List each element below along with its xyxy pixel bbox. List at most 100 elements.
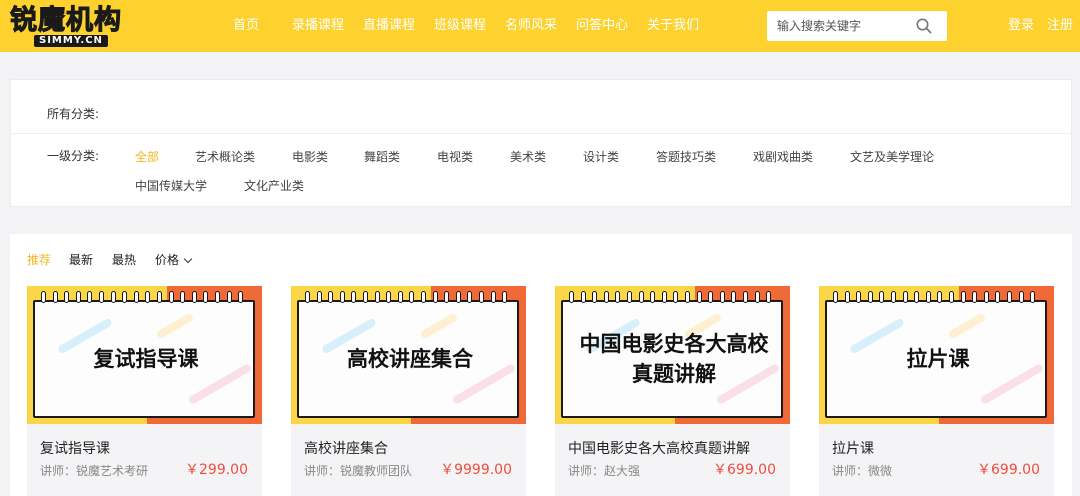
ring-icon (844, 291, 850, 303)
ring-icon (673, 291, 679, 303)
ring-icon (409, 291, 415, 303)
course-list-panel: 推荐 最新 最热 价格 复试指导课 复试指导课 讲师：锐魔艺术考研 ￥299.0… (10, 234, 1072, 496)
search-box (767, 11, 947, 41)
ring-icon (592, 291, 598, 303)
ring-icon (397, 291, 403, 303)
logo-text: 锐魔机构 (10, 5, 122, 37)
ring-icon (580, 291, 586, 303)
ring-icon (133, 291, 139, 303)
spiral-rings (833, 291, 1043, 305)
ring-icon (122, 291, 128, 303)
thumb-title: 拉片课 (906, 347, 970, 371)
chevron-down-icon (183, 254, 193, 264)
ring-icon (1007, 291, 1012, 303)
nav-recorded-courses[interactable]: 录播课程 (292, 17, 344, 35)
ring-icon (949, 291, 954, 303)
category-cuc[interactable]: 中国传媒大学 (135, 178, 207, 194)
sort-price-label: 价格 (155, 253, 180, 267)
course-card[interactable]: 复试指导课 复试指导课 讲师：锐魔艺术考研 ￥299.00 (27, 286, 262, 496)
divider (11, 133, 1071, 134)
ring-icon (833, 291, 838, 303)
course-title: 复试指导课 (40, 441, 110, 457)
ring-icon (87, 291, 93, 303)
ring-icon (856, 291, 862, 303)
category-cultural-industry[interactable]: 文化产业类 (244, 178, 304, 194)
ring-icon (110, 291, 116, 303)
ring-icon (1018, 291, 1024, 303)
nav-about-us[interactable]: 关于我们 (647, 17, 699, 35)
nav-live-courses[interactable]: 直播课程 (363, 17, 415, 35)
ring-icon (569, 291, 574, 303)
ring-icon (754, 291, 760, 303)
notebook-graphic: 复试指导课 (33, 300, 255, 418)
category-art-theory[interactable]: 艺术概论类 (195, 149, 255, 165)
ring-icon (995, 291, 1001, 303)
ring-icon (1030, 291, 1036, 303)
category-answer-skills[interactable]: 答题技巧类 (656, 149, 716, 165)
course-card[interactable]: 拉片课 拉片课 讲师：微微 ￥699.00 (819, 286, 1054, 496)
ring-icon (867, 291, 873, 303)
course-card[interactable]: 高校讲座集合 高校讲座集合 讲师：锐魔教师团队 ￥9999.00 (291, 286, 526, 496)
ring-icon (891, 291, 896, 303)
ring-icon (914, 291, 920, 303)
sort-hottest[interactable]: 最热 (112, 252, 136, 268)
category-design[interactable]: 设计类 (583, 149, 619, 165)
ring-icon (925, 291, 931, 303)
ring-icon (879, 291, 885, 303)
ring-icon (386, 291, 392, 303)
ring-icon (490, 291, 496, 303)
thumb-title: 高校讲座集合 (347, 347, 473, 371)
ring-icon (157, 291, 162, 303)
ring-icon (52, 291, 58, 303)
logo[interactable]: 锐魔机构 SIMMY.CN (8, 4, 158, 48)
category-all[interactable]: 全部 (135, 149, 159, 165)
category-aesthetics[interactable]: 文艺及美学理论 (850, 149, 934, 165)
ring-icon (743, 291, 748, 303)
course-thumbnail: 高校讲座集合 (291, 286, 526, 424)
register-link[interactable]: 注册 (1047, 17, 1073, 35)
nav-class-courses[interactable]: 班级课程 (434, 17, 486, 35)
course-teacher: 讲师：锐魔艺术考研 (40, 464, 149, 478)
nav-teachers[interactable]: 名师风采 (505, 17, 557, 35)
ring-icon (444, 291, 450, 303)
search-icon[interactable] (915, 17, 933, 35)
category-fine-arts[interactable]: 美术类 (510, 149, 546, 165)
search-input[interactable] (767, 11, 907, 41)
course-card[interactable]: 中国电影史各大高校 真题讲解 中国电影史各大高校真题讲解 讲师：赵大强 ￥699… (555, 286, 790, 496)
ring-icon (168, 291, 174, 303)
sort-price[interactable]: 价格 (155, 252, 193, 268)
ring-icon (328, 291, 334, 303)
ring-icon (455, 291, 461, 303)
course-thumbnail: 拉片课 (819, 286, 1054, 424)
sort-newest[interactable]: 最新 (69, 252, 93, 268)
ring-icon (64, 291, 70, 303)
thumb-title-line2: 真题讲解 (632, 362, 716, 386)
ring-icon (627, 291, 632, 303)
notebook-graphic: 中国电影史各大高校 真题讲解 (561, 300, 783, 418)
ring-icon (960, 291, 966, 303)
course-title: 拉片课 (832, 441, 874, 457)
ring-icon (339, 291, 345, 303)
logo-subtext: SIMMY.CN (34, 35, 108, 47)
spiral-rings (569, 291, 779, 305)
ring-icon (937, 291, 943, 303)
category-dance[interactable]: 舞蹈类 (364, 149, 400, 165)
ring-icon (972, 291, 978, 303)
course-price: ￥699.00 (977, 462, 1040, 478)
ring-icon (374, 291, 380, 303)
ring-icon (238, 291, 244, 303)
category-film[interactable]: 电影类 (292, 149, 328, 165)
nav-qa-center[interactable]: 问答中心 (576, 17, 628, 35)
spiral-rings (41, 291, 251, 305)
category-tv[interactable]: 电视类 (437, 149, 473, 165)
nav-home[interactable]: 首页 (233, 17, 259, 35)
ring-icon (661, 291, 667, 303)
top-header: 锐魔机构 SIMMY.CN 首页 录播课程 直播课程 班级课程 名师风采 问答中… (0, 0, 1080, 52)
notebook-graphic: 拉片课 (825, 300, 1047, 418)
ring-icon (983, 291, 989, 303)
ring-icon (41, 291, 46, 303)
category-drama-opera[interactable]: 戏剧戏曲类 (753, 149, 813, 165)
login-link[interactable]: 登录 (1008, 17, 1034, 35)
course-title: 高校讲座集合 (304, 441, 388, 457)
sort-recommended[interactable]: 推荐 (27, 252, 51, 268)
